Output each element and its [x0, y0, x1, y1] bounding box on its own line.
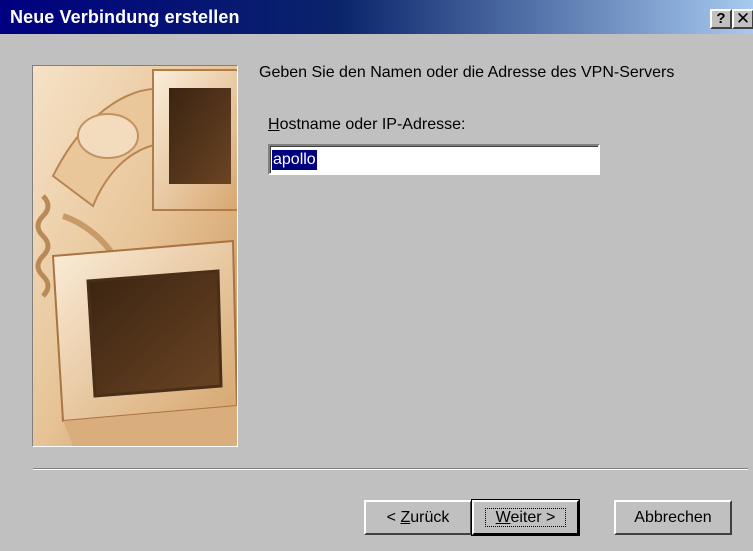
wizard-illustration	[32, 65, 238, 447]
help-icon: ?	[716, 10, 726, 27]
help-button[interactable]: ?	[710, 9, 732, 29]
next-button-mnemonic: W	[495, 509, 511, 526]
next-button[interactable]: Weiter >	[471, 499, 580, 536]
instruction-text: Geben Sie den Namen oder die Adresse des…	[259, 64, 675, 81]
title-bar[interactable]: Neue Verbindung erstellen ? ✕	[0, 0, 753, 34]
hostname-label-rest: ostname oder IP-Adresse:	[279, 116, 466, 133]
hostname-value[interactable]: apollo	[272, 150, 317, 170]
back-button-prefix: <	[386, 509, 401, 526]
hostname-label: Hostname oder IP-Adresse:	[268, 116, 465, 134]
telephone-monitor-icon	[33, 66, 237, 446]
window-title: Neue Verbindung erstellen	[10, 7, 240, 27]
next-button-rest: eiter >	[510, 509, 556, 526]
next-button-focus: Weiter >	[484, 508, 567, 527]
back-button[interactable]: < Zurück	[364, 500, 472, 535]
cancel-button[interactable]: Abbrechen	[614, 500, 732, 535]
hostname-label-mnemonic: H	[268, 116, 280, 133]
close-icon: ✕	[735, 9, 751, 28]
hostname-input[interactable]: apollo	[268, 144, 600, 175]
back-button-mnemonic: Z	[400, 509, 411, 526]
close-button[interactable]: ✕	[732, 9, 753, 29]
back-button-rest: urück	[410, 509, 450, 526]
separator-line	[33, 468, 748, 470]
